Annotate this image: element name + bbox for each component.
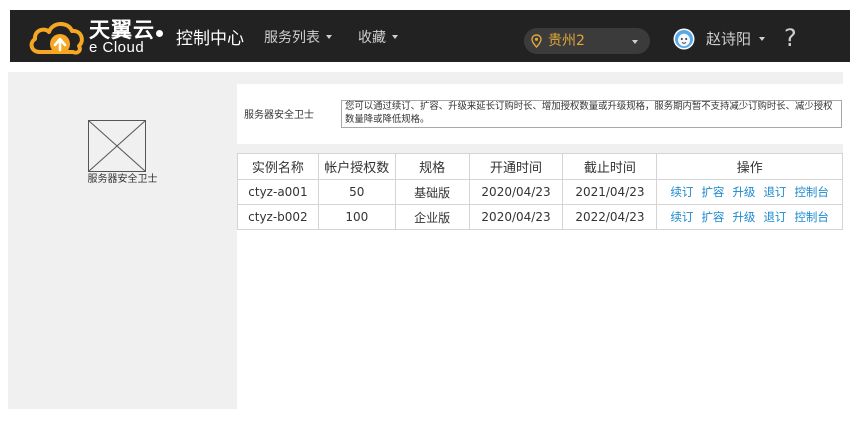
- sidebar: 服务器安全卫士: [8, 72, 237, 409]
- user-name: 赵诗阳: [706, 30, 752, 48]
- sidebar-product-name: 服务器安全卫士: [87, 174, 158, 185]
- caret-down-icon: [392, 35, 398, 39]
- caret-down-icon: [759, 36, 766, 41]
- end-date: 2022/04/23: [562, 204, 658, 230]
- unsubscribe-link[interactable]: 退订: [763, 210, 786, 224]
- column-header: 规格: [394, 153, 470, 180]
- spec: 企业版: [394, 204, 470, 230]
- table-row: ctyz-b002 100 企业版 2020/04/23 2022/04/23 …: [237, 204, 843, 230]
- row-actions: 续订 扩容 升级 退订 控制台: [656, 204, 843, 230]
- start-date: 2020/04/23: [468, 204, 564, 230]
- caret-down-icon: [632, 40, 638, 44]
- location-pin-icon: [531, 34, 542, 48]
- table-header-row: 实例名称 帐户授权数 规格 开通时间 截止时间 操作: [237, 153, 843, 180]
- product-image-placeholder-icon: [88, 120, 146, 172]
- console-title[interactable]: 控制中心: [176, 28, 244, 50]
- column-header: 帐户授权数: [317, 153, 396, 180]
- renew-link[interactable]: 续订: [670, 185, 693, 199]
- column-header: 实例名称: [237, 153, 319, 180]
- row-actions: 续订 扩容 升级 退订 控制台: [656, 179, 843, 205]
- caret-down-icon: [326, 35, 332, 39]
- nav-service-list-label: 服务列表: [264, 30, 320, 46]
- license-count: 100: [317, 204, 396, 230]
- upgrade-link[interactable]: 升级: [732, 185, 755, 199]
- console-link[interactable]: 控制台: [794, 210, 829, 224]
- notice-box: 您可以通过续订、扩容、升级来延长订购时长、增加授权数量或升级规格，服务期内暂不支…: [341, 100, 842, 128]
- spec: 基础版: [394, 179, 470, 205]
- nav-favorites-label: 收藏: [358, 30, 386, 46]
- region-label: 贵州2: [548, 33, 585, 49]
- column-header: 截止时间: [562, 153, 658, 180]
- help-icon[interactable]: ?: [784, 24, 797, 52]
- user-avatar-icon[interactable]: [673, 28, 695, 50]
- expand-link[interactable]: 扩容: [701, 210, 724, 224]
- section-title: 服务器安全卫士: [244, 110, 314, 121]
- instances-table: 实例名称 帐户授权数 规格 开通时间 截止时间 操作 ctyz-a001 50 …: [237, 153, 843, 230]
- instance-name: ctyz-b002: [237, 204, 319, 230]
- region-selector[interactable]: 贵州2: [524, 28, 650, 54]
- expand-link[interactable]: 扩容: [701, 185, 724, 199]
- main-header-strip: [237, 72, 843, 84]
- column-header: 开通时间: [468, 153, 564, 180]
- unsubscribe-link[interactable]: 退订: [763, 185, 786, 199]
- top-navigation-bar: 天翼云 e Cloud 控制中心 服务列表 收藏 贵州2 赵诗阳 ?: [10, 10, 850, 62]
- nav-service-list[interactable]: 服务列表: [264, 28, 332, 48]
- section-divider-strip: [237, 144, 843, 153]
- console-link[interactable]: 控制台: [794, 185, 829, 199]
- column-header: 操作: [656, 153, 843, 180]
- start-date: 2020/04/23: [468, 179, 564, 205]
- upgrade-link[interactable]: 升级: [732, 210, 755, 224]
- cloud-logo-icon[interactable]: [26, 18, 86, 56]
- renew-link[interactable]: 续订: [670, 210, 693, 224]
- instance-name: ctyz-a001: [237, 179, 319, 205]
- end-date: 2021/04/23: [562, 179, 658, 205]
- separator-dot: [156, 30, 163, 37]
- nav-favorites[interactable]: 收藏: [358, 28, 398, 48]
- table-row: ctyz-a001 50 基础版 2020/04/23 2021/04/23 续…: [237, 179, 843, 205]
- license-count: 50: [317, 179, 396, 205]
- user-menu[interactable]: 赵诗阳: [706, 29, 766, 49]
- logo-english-text: e Cloud: [89, 39, 145, 56]
